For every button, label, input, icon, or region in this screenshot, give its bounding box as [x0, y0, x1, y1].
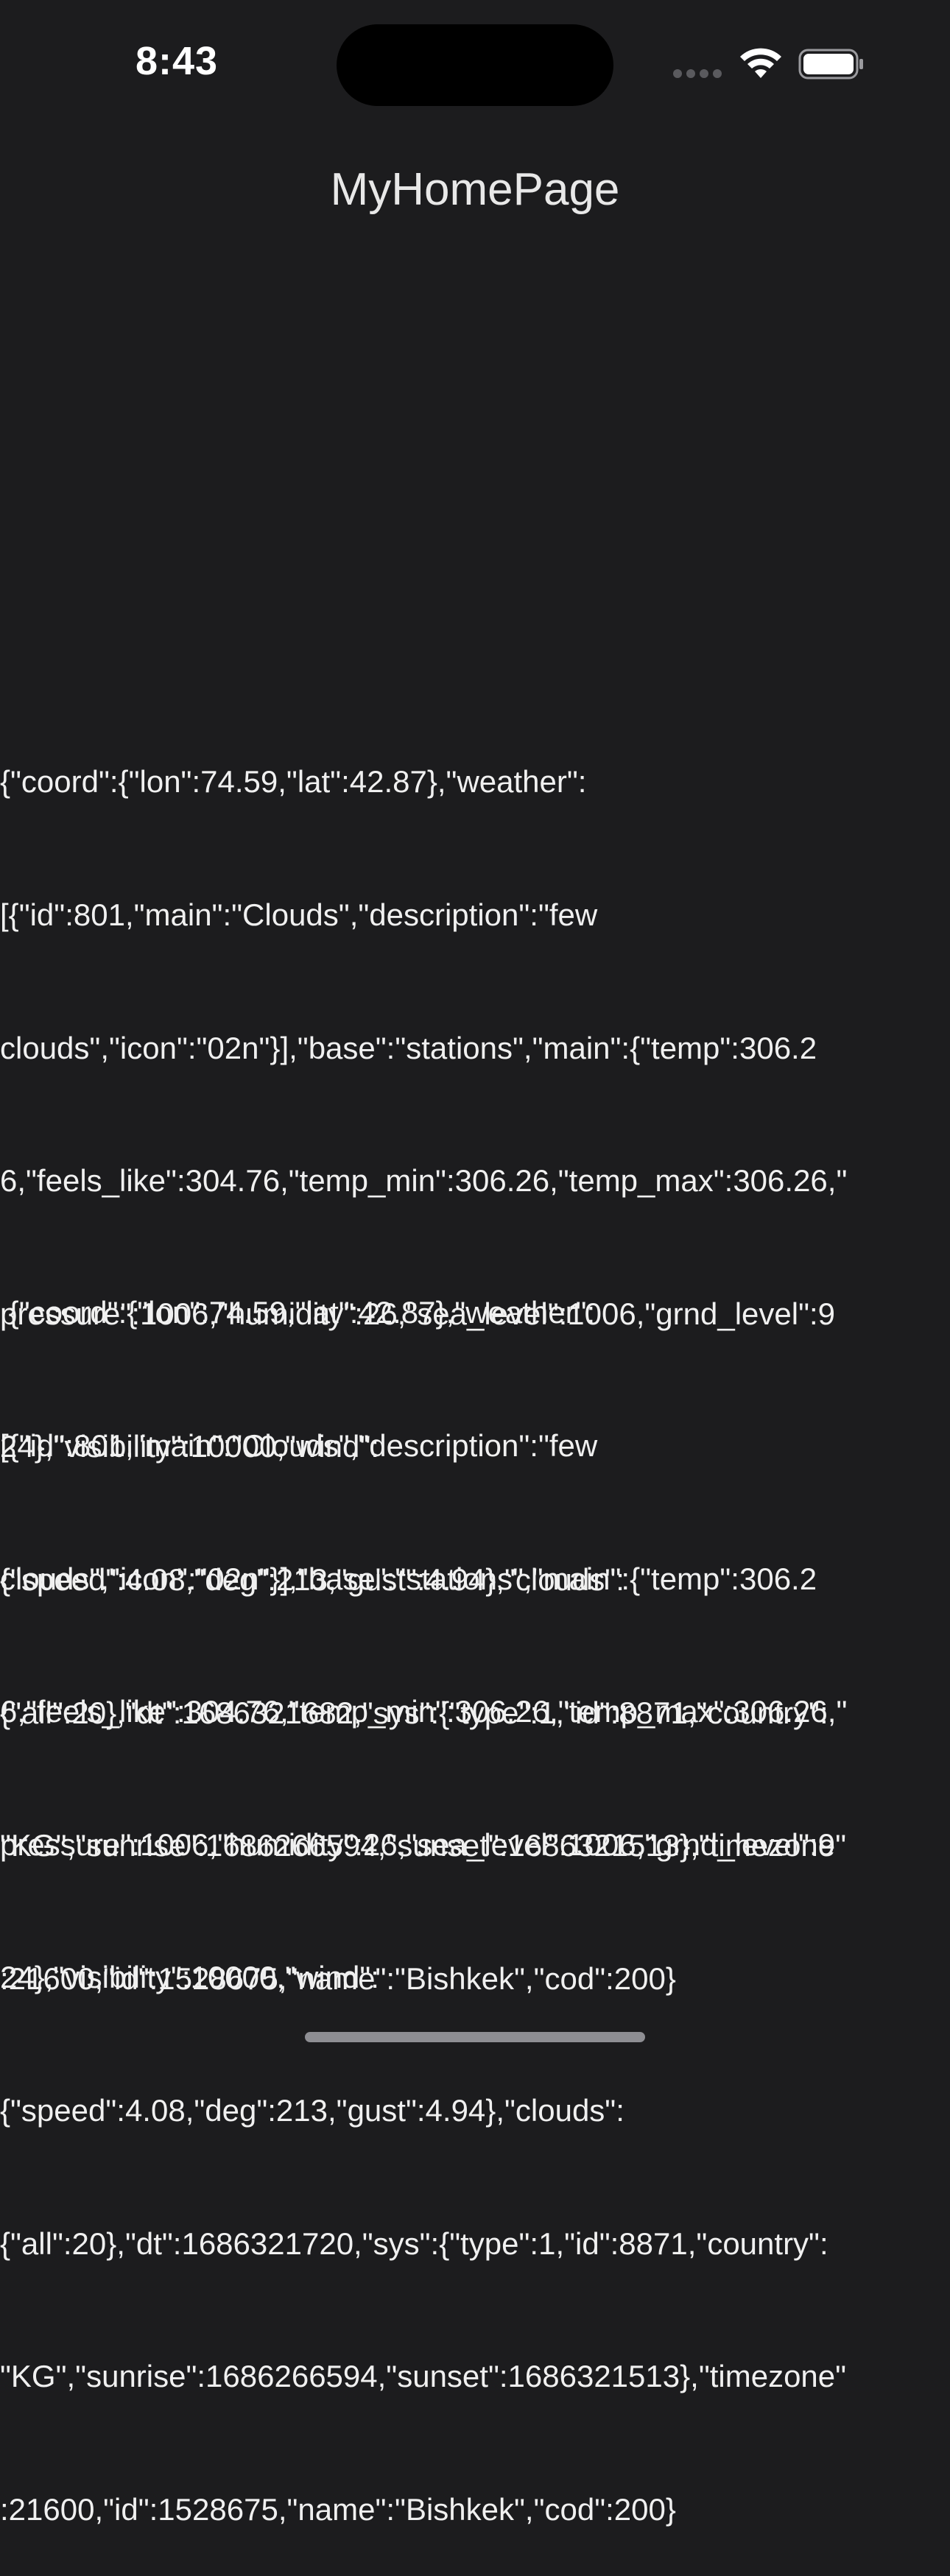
response-line: {"all":20},"dt":1686321720,"sys":{"type"… [0, 2226, 828, 2261]
status-bar: 8:43 [0, 0, 950, 125]
response-line: 6,"feels_like":304.76,"temp_min":306.26,… [0, 1163, 848, 1199]
response-line: clouds","icon":"02n"}],"base":"stations"… [0, 1561, 817, 1596]
response-line: {"speed":4.08,"deg":213,"gust":4.94},"cl… [0, 2093, 624, 2128]
response-line: {"coord":{"lon":74.59,"lat":42.87},"weat… [0, 764, 587, 800]
response-line: 24},"visibility":10000,"wind": [0, 1960, 379, 1995]
wifi-icon [740, 48, 781, 78]
cellular-signal-icon [673, 69, 723, 78]
response-line: {"coord":{"lon":74.59,"lat":42.87},"weat… [0, 1295, 596, 1330]
page-title: MyHomePage [330, 164, 620, 215]
response-line: :21600,"id":1528675,"name":"Bishkek","co… [0, 2491, 676, 2527]
dynamic-island [337, 24, 613, 106]
status-time: 8:43 [135, 39, 219, 83]
weather-response-text-2: {"coord":{"lon":74.59,"lat":42.87},"weat… [0, 1202, 950, 2576]
response-line: [{"id":801,"main":"Clouds","description"… [0, 897, 598, 933]
response-line: clouds","icon":"02n"}],"base":"stations"… [0, 1030, 817, 1065]
response-line: [{"id":801,"main":"Clouds","description"… [0, 1428, 598, 1464]
response-line: 6,"feels_like":304.76,"temp_min":306.26,… [0, 1694, 848, 1729]
response-line: pressure":1006,"humidity":26,"sea_level"… [0, 1827, 836, 1862]
response-line: "KG","sunrise":1686266594,"sunset":16863… [0, 2359, 847, 2394]
battery-icon [798, 49, 863, 80]
home-indicator[interactable] [305, 2032, 645, 2042]
